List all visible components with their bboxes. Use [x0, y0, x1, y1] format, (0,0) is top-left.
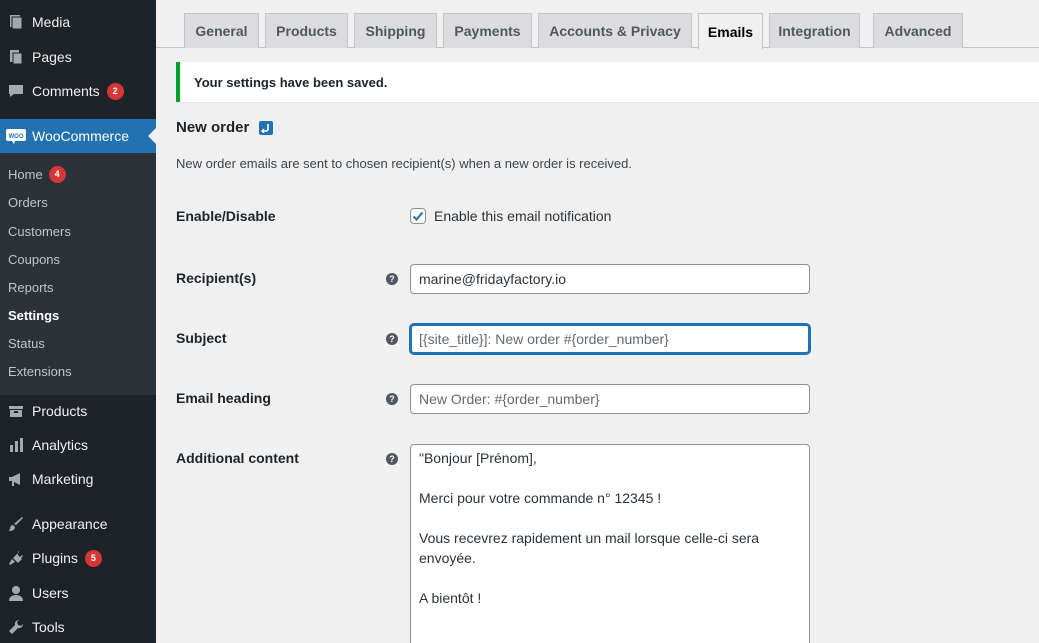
email-heading-label: Email heading: [176, 390, 271, 406]
enable-notification-toggle[interactable]: Enable this email notification: [410, 208, 611, 224]
check-icon: [412, 211, 424, 221]
submenu-label: Customers: [8, 223, 71, 239]
woo-icon-text: WOO: [9, 134, 24, 140]
submenu-item-orders[interactable]: Orders: [8, 192, 48, 212]
subject-input[interactable]: [410, 324, 810, 354]
page-title-text: New order: [176, 119, 250, 136]
tab-payments[interactable]: Payments: [443, 13, 532, 48]
plugins-count-badge: 5: [84, 549, 102, 567]
submenu-item-home[interactable]: Home 4: [8, 164, 66, 184]
pages-icon: [0, 49, 32, 65]
sidebar-item-label: Products: [32, 403, 88, 419]
additional-content-textarea[interactable]: "Bonjour [Prénom], Merci pour votre comm…: [410, 444, 810, 643]
woocommerce-icon: WOO: [0, 128, 32, 144]
users-icon: [0, 585, 32, 601]
submenu-label: Reports: [8, 279, 54, 295]
submenu-label: Extensions: [8, 363, 72, 379]
comments-count-badge: 2: [106, 82, 124, 100]
media-icon: [0, 14, 32, 30]
submenu-item-status[interactable]: Status: [8, 333, 45, 353]
submenu-item-coupons[interactable]: Coupons: [8, 249, 60, 269]
enable-checkbox[interactable]: [410, 208, 426, 224]
home-count-badge: 4: [48, 165, 66, 183]
admin-sidebar: Media Pages Comments 2 WOO WooCommerce H…: [0, 0, 156, 643]
submenu-label: Orders: [8, 194, 48, 210]
tab-products[interactable]: Products: [265, 13, 348, 48]
tab-integration[interactable]: Integration: [769, 13, 860, 48]
tab-emails[interactable]: Emails: [698, 13, 763, 49]
submenu-item-extensions[interactable]: Extensions: [8, 361, 72, 381]
tab-advanced[interactable]: Advanced: [873, 13, 963, 48]
analytics-icon: [0, 437, 32, 453]
recipient-help-icon[interactable]: ?: [386, 273, 398, 285]
sidebar-item-label: Media: [32, 14, 71, 30]
sidebar-item-label: Plugins: [32, 550, 78, 566]
sidebar-item-label: Comments: [32, 83, 100, 99]
notice-text: Your settings have been saved.: [194, 74, 388, 90]
recipient-label: Recipient(s): [176, 270, 257, 286]
submenu-label: Settings: [8, 307, 60, 323]
sidebar-item-comments[interactable]: Comments 2: [0, 74, 156, 108]
additional-content-label: Additional content: [176, 450, 299, 466]
comments-icon: [0, 83, 32, 99]
woocommerce-submenu: Home 4 Orders Customers Coupons Reports …: [0, 153, 156, 395]
sidebar-item-label: Pages: [32, 49, 72, 65]
plugins-icon: [0, 550, 32, 566]
page-title: New order: [176, 119, 274, 136]
subject-label: Subject: [176, 330, 227, 346]
appearance-icon: [0, 516, 32, 532]
sidebar-item-media[interactable]: Media: [0, 5, 156, 39]
tab-accounts-privacy[interactable]: Accounts & Privacy: [538, 13, 692, 48]
sidebar-item-woocommerce[interactable]: WOO WooCommerce: [0, 119, 156, 153]
settings-tabs: General Products Shipping Payments Accou…: [176, 13, 1039, 49]
submenu-label: Home: [8, 166, 43, 182]
additional-content-help-icon[interactable]: ?: [386, 453, 398, 465]
submenu-label: Status: [8, 335, 45, 351]
enable-checkbox-label: Enable this email notification: [434, 208, 612, 224]
sidebar-item-products[interactable]: Products: [0, 394, 156, 428]
submenu-item-reports[interactable]: Reports: [8, 277, 54, 297]
sidebar-item-label: WooCommerce: [32, 128, 129, 144]
sidebar-item-marketing[interactable]: Marketing: [0, 462, 156, 496]
sidebar-item-users[interactable]: Users: [0, 576, 156, 610]
submenu-item-settings[interactable]: Settings: [8, 305, 59, 325]
tools-icon: [0, 619, 32, 635]
sidebar-item-plugins[interactable]: Plugins 5: [0, 541, 156, 575]
tab-shipping[interactable]: Shipping: [354, 13, 437, 48]
success-notice: Your settings have been saved.: [176, 62, 1039, 102]
email-heading-help-icon[interactable]: ?: [386, 393, 398, 405]
marketing-icon: [0, 471, 32, 487]
products-icon: [0, 403, 32, 419]
sidebar-item-tools[interactable]: Tools: [0, 610, 156, 643]
page-description: New order emails are sent to chosen reci…: [176, 156, 632, 171]
sidebar-item-appearance[interactable]: Appearance: [0, 507, 156, 541]
submenu-item-customers[interactable]: Customers: [8, 221, 71, 241]
return-link-icon[interactable]: [259, 120, 274, 135]
tab-general[interactable]: General: [184, 13, 259, 48]
sidebar-item-label: Users: [32, 585, 69, 601]
sidebar-item-label: Analytics: [32, 437, 89, 453]
email-heading-input[interactable]: [410, 384, 810, 414]
sidebar-item-analytics[interactable]: Analytics: [0, 428, 156, 462]
sidebar-item-label: Appearance: [32, 516, 108, 532]
recipient-input[interactable]: [410, 264, 810, 294]
subject-help-icon[interactable]: ?: [386, 333, 398, 345]
submenu-label: Coupons: [8, 251, 61, 267]
sidebar-item-label: Marketing: [32, 471, 94, 487]
enable-disable-label: Enable/Disable: [176, 208, 276, 224]
sidebar-item-pages[interactable]: Pages: [0, 40, 156, 74]
sidebar-item-label: Tools: [32, 619, 65, 635]
